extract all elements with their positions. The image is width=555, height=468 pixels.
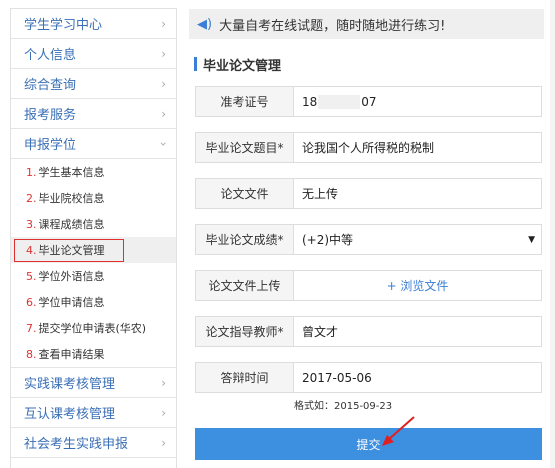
sidebar-item-label: 申报学位 [24,138,77,153]
form-row-upload: 论文文件上传 + 浏览文件 [195,270,542,301]
notice-text: 大量自考在线试题，随时随地进行练习! [219,18,446,34]
section-heading: 毕业论文管理 [194,57,282,74]
sub-item-label: 学位申请信息 [38,296,105,309]
sidebar-subitem[interactable]: 7. 提交学位申请表(华农) [11,315,176,341]
sub-item-number: 7. [26,321,37,335]
sidebar-item-query[interactable]: 综合查询 › [11,69,176,99]
sidebar-item-mutual[interactable]: 互认课考核管理 › [11,398,176,428]
submit-button[interactable]: 提交 [195,428,542,460]
sidebar-item-study-center[interactable]: 学生学习中心 › [11,9,176,39]
grade-selected-value: (+2)中等 [302,233,354,247]
defense-date-field[interactable]: 2017-05-06 [294,362,542,393]
heading-bar [194,57,197,71]
chevron-right-icon: › [161,405,166,420]
sub-item-number: 8. [26,347,37,361]
sub-item-label: 学位外语信息 [38,270,105,283]
sidebar-item-label: 综合查询 [24,78,77,93]
exam-no-label: 准考证号 [195,86,294,117]
notice-bar[interactable]: ◀) 大量自考在线试题，随时随地进行练习! [189,9,544,39]
sub-item-label: 查看申请结果 [38,348,105,361]
sidebar-item-exam-service[interactable]: 报考服务 › [11,99,176,129]
sidebar-subitem[interactable]: 8. 查看申请结果 [11,341,176,367]
chevron-right-icon: › [161,106,166,121]
form-row-defense: 答辩时间 2017-05-06 [195,362,542,393]
sidebar-item-label: 社会考生实践申报 [24,437,129,452]
sidebar: 学生学习中心 › 个人信息 › 综合查询 › 报考服务 › 申报学位 › 1. 学… [10,8,177,468]
grade-select[interactable]: (+2)中等 ▼ [294,224,542,255]
sidebar-item-label: 学生学习中心 [24,18,103,33]
browse-file-button[interactable]: + 浏览文件 [294,270,542,301]
sidebar-item-label: 个人信息 [24,48,77,63]
chevron-right-icon: › [161,16,166,31]
sidebar-subitem[interactable]: 2. 毕业院校信息 [11,185,176,211]
sub-item-number: 5. [26,269,37,283]
form-row-topic: 毕业论文题目* 论我国个人所得税的税制 [195,132,542,163]
advisor-field[interactable]: 曾文才 [294,316,542,347]
form-row-grade: 毕业论文成绩* (+2)中等 ▼ [195,224,542,255]
sidebar-item-degree[interactable]: 申报学位 › [11,129,176,159]
chevron-right-icon: › [161,375,166,390]
sidebar-subitem[interactable]: 6. 学位申请信息 [11,289,176,315]
sub-item-number: 2. [26,191,37,205]
form-row-advisor: 论文指导教师* 曾文才 [195,316,542,347]
defense-label: 答辩时间 [195,362,294,393]
sidebar-subitem[interactable]: 3. 课程成绩信息 [11,211,176,237]
sub-item-label: 课程成绩信息 [38,218,105,231]
sub-item-number: 3. [26,217,37,231]
chevron-down-icon: › [156,141,171,146]
form-row-exam-no: 准考证号 18 07 [195,86,542,117]
sidebar-item-social[interactable]: 社会考生实践申报 › [11,428,176,458]
grade-label: 毕业论文成绩* [195,224,294,255]
sub-item-label: 学生基本信息 [38,166,105,179]
chevron-right-icon: › [161,46,166,61]
sidebar-subitem[interactable]: 1. 学生基本信息 [11,159,176,185]
sub-item-label: 提交学位申请表(华农) [38,322,147,335]
sidebar-subitem[interactable]: 5. 学位外语信息 [11,263,176,289]
file-value: 无上传 [294,178,542,209]
annotation-arrow-icon [382,416,415,446]
topic-field[interactable]: 论我国个人所得税的税制 [294,132,542,163]
upload-label: 论文文件上传 [195,270,294,301]
chevron-right-icon: › [161,76,166,91]
scrollbar[interactable] [550,0,555,468]
sidebar-submenu: 1. 学生基本信息 2. 毕业院校信息 3. 课程成绩信息 4. 毕业论文管理 5. 学位… [11,159,176,368]
exam-no-prefix: 18 [302,94,318,109]
redaction-mask [318,94,361,109]
exam-no-value: 18 07 [294,86,542,117]
sub-item-number: 1. [26,165,37,179]
sub-item-label: 毕业院校信息 [38,192,105,205]
advisor-label: 论文指导教师* [195,316,294,347]
exam-no-suffix: 07 [361,94,377,109]
page-title: 毕业论文管理 [203,58,282,74]
form-row-file: 论文文件 无上传 [195,178,542,209]
chevron-right-icon: › [161,435,166,450]
date-format-hint: 格式如：2015-09-23 [294,401,393,412]
highlight-box [14,238,124,262]
sub-item-number: 6. [26,295,37,309]
topic-label: 毕业论文题目* [195,132,294,163]
sidebar-item-label: 报考服务 [24,108,77,123]
speaker-icon: ◀) [197,16,213,32]
sidebar-item-practice[interactable]: 实践课考核管理 › [11,368,176,398]
dropdown-arrow-icon: ▼ [528,234,535,245]
sidebar-item-personal-info[interactable]: 个人信息 › [11,39,176,69]
file-label: 论文文件 [195,178,294,209]
sidebar-item-label: 实践课考核管理 [24,377,116,392]
sidebar-subitem-active[interactable]: 4. 毕业论文管理 [11,237,176,263]
sidebar-item-label: 互认课考核管理 [24,407,116,422]
